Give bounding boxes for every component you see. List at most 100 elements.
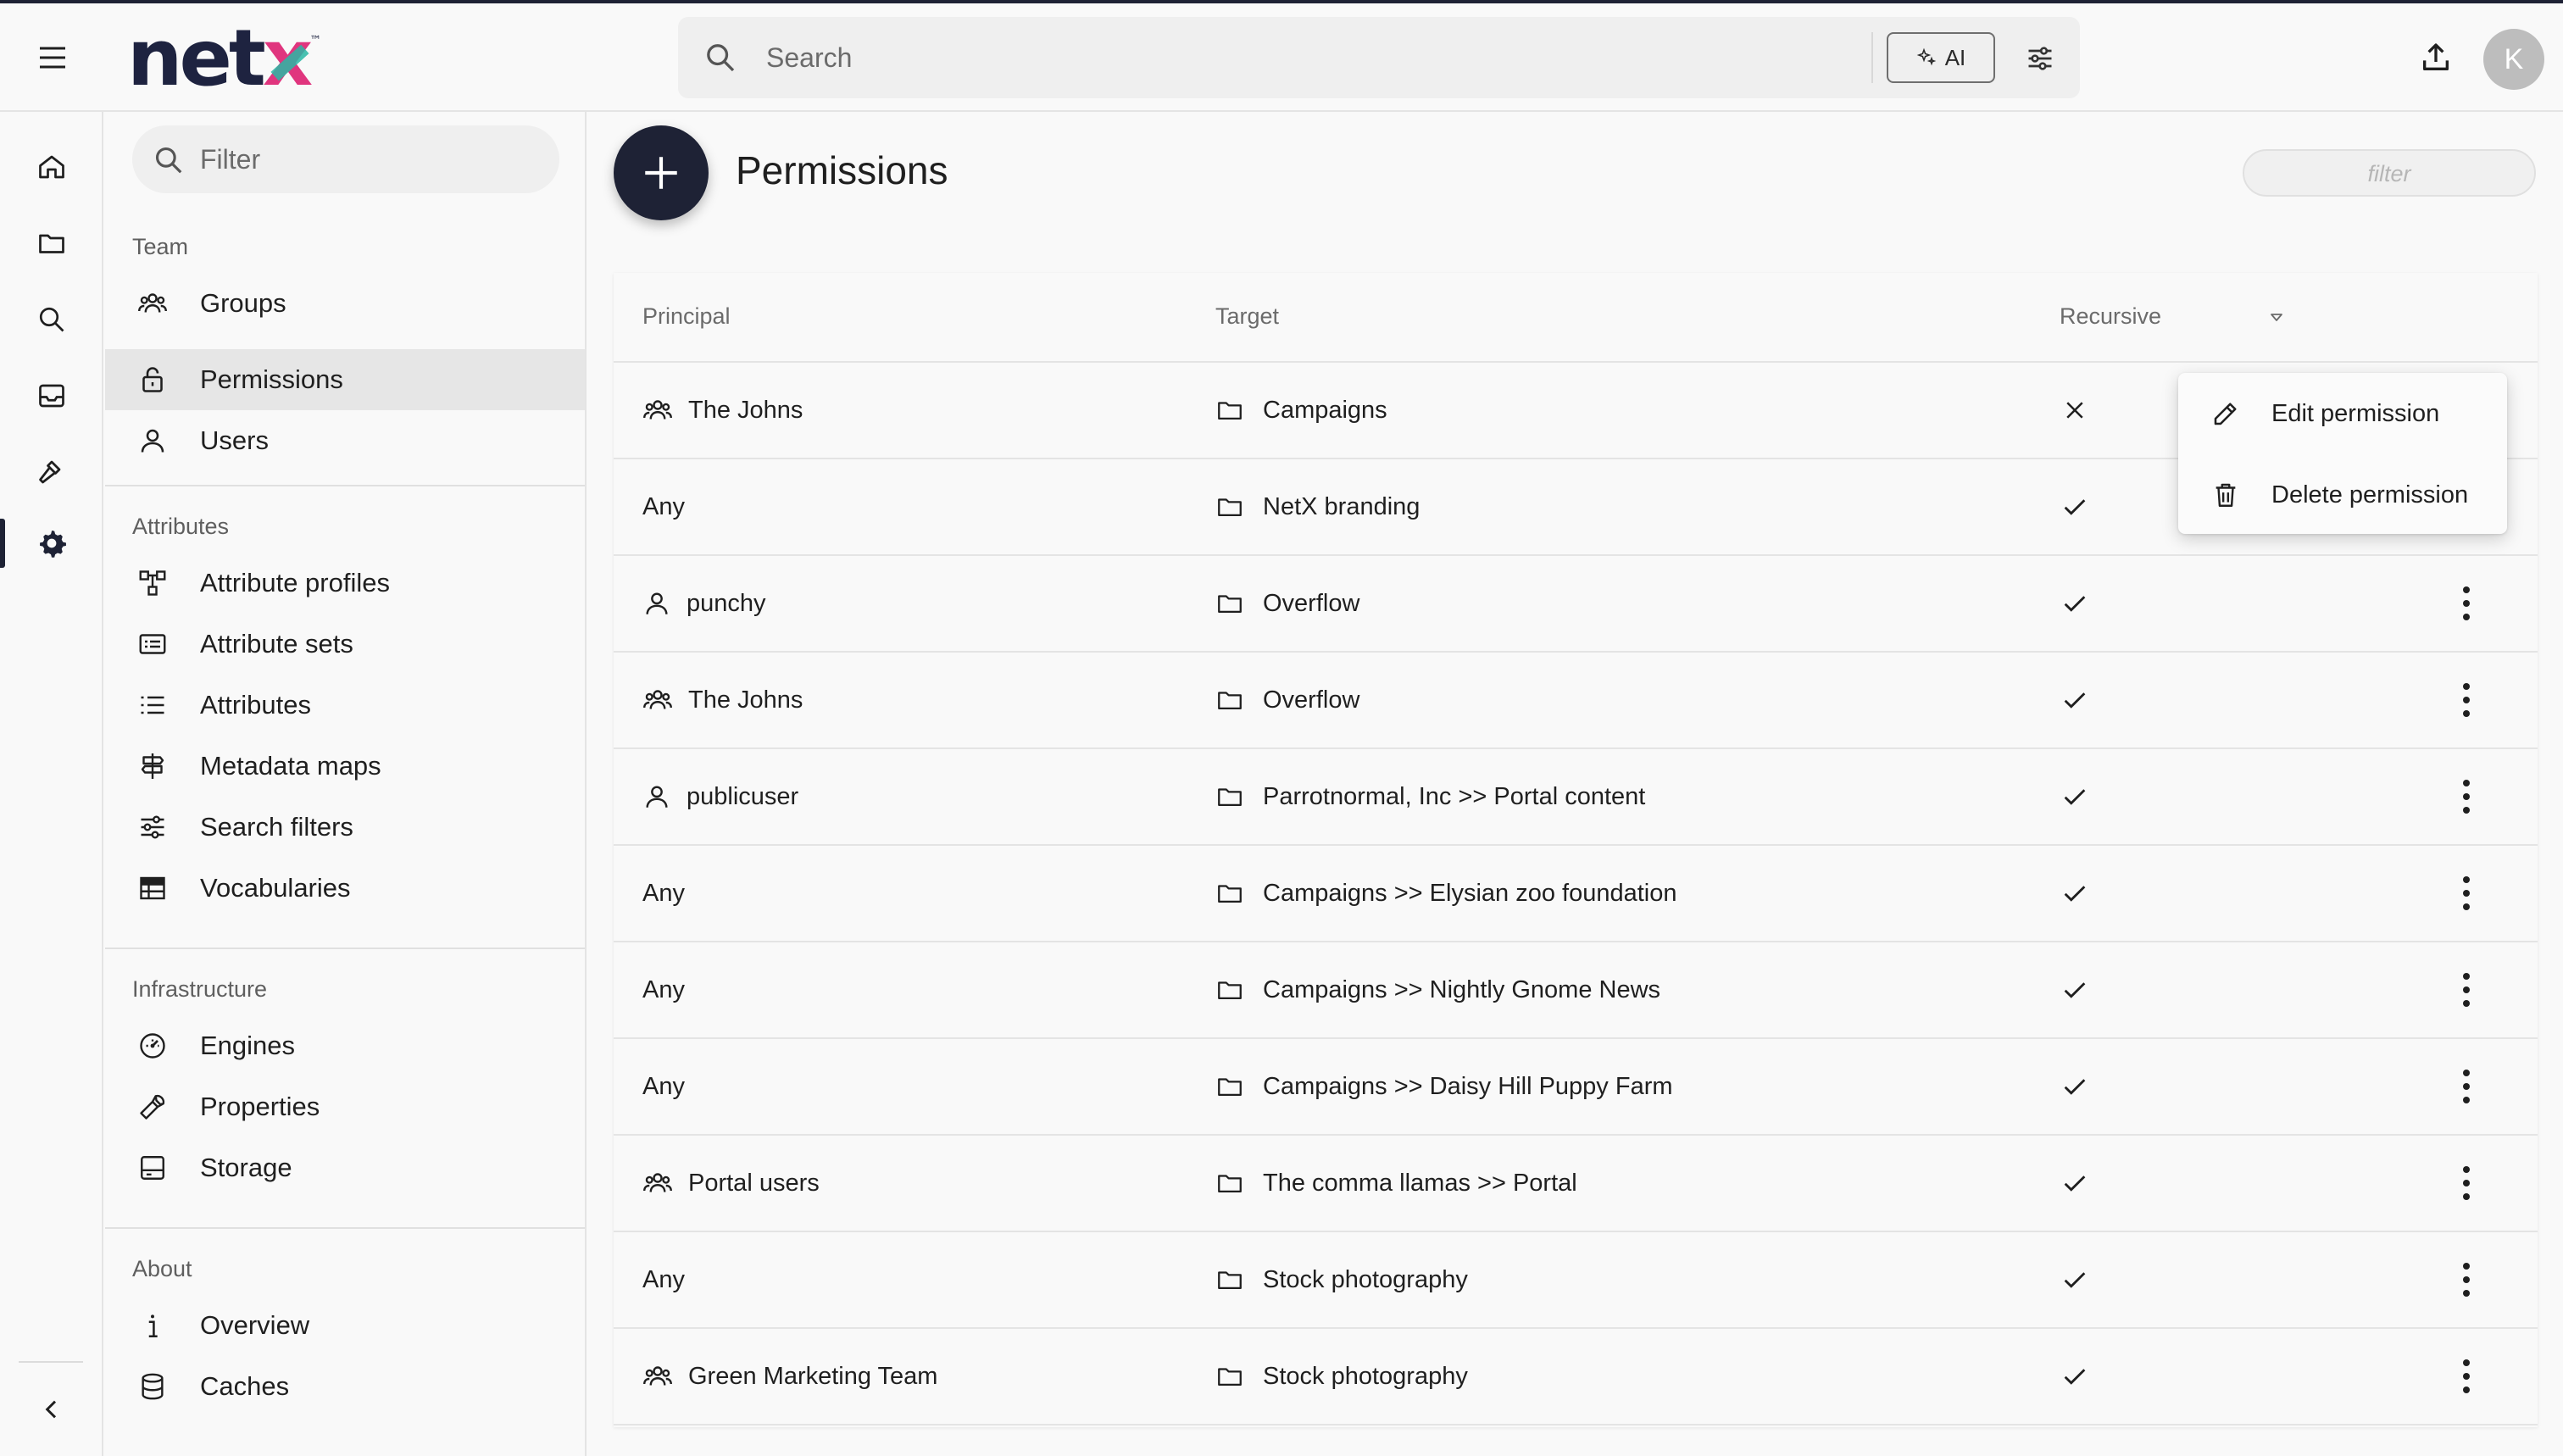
- section-title-infrastructure: Infrastructure: [132, 976, 268, 1002]
- more-vertical-icon: [2461, 873, 2471, 914]
- rail-divider: [19, 1361, 83, 1363]
- profiles-icon: [137, 568, 168, 598]
- search-options-button[interactable]: [2017, 36, 2063, 81]
- rail-folders-button[interactable]: [29, 220, 75, 266]
- table-row[interactable]: Any Stock photography: [614, 1232, 2538, 1329]
- gear-icon: [40, 530, 66, 558]
- target-path: Parrotnormal, Inc >> Portal content: [1263, 782, 1646, 810]
- global-search-bar[interactable]: Search AI: [678, 17, 2080, 98]
- user-avatar[interactable]: K: [2483, 29, 2544, 90]
- row-more-options-button[interactable]: [2444, 1258, 2488, 1302]
- column-header-target[interactable]: Target: [1215, 303, 1279, 330]
- table-filter-input[interactable]: filter: [2243, 149, 2536, 197]
- row-more-options-button[interactable]: [2444, 1064, 2488, 1109]
- table-row[interactable]: Portal users The comma llamas >> Portal: [614, 1136, 2538, 1232]
- rail-home-button[interactable]: [29, 144, 75, 190]
- principal-name: Green Marketing Team: [688, 1362, 938, 1390]
- edit-permission-menu-item[interactable]: Edit permission: [2178, 373, 2507, 454]
- row-more-options-button[interactable]: [2444, 1354, 2488, 1398]
- row-more-options-button[interactable]: [2444, 968, 2488, 1012]
- sidebar-item-vocabularies[interactable]: Vocabularies: [105, 858, 585, 919]
- column-header-principal[interactable]: Principal: [642, 303, 731, 330]
- row-more-options-button[interactable]: [2444, 775, 2488, 819]
- sidebar-item-search-filters[interactable]: Search filters: [105, 797, 585, 858]
- column-header-recursive[interactable]: Recursive: [2060, 303, 2161, 330]
- sidebar-item-attribute-profiles[interactable]: Attribute profiles: [105, 553, 585, 614]
- more-vertical-icon: [2461, 776, 2471, 817]
- more-vertical-icon: [2461, 1066, 2471, 1107]
- sidebar-item-label: Properties: [200, 1092, 320, 1121]
- target-path: Overflow: [1263, 686, 1360, 714]
- sidebar-item-permissions[interactable]: Permissions: [105, 349, 585, 410]
- row-more-options-button[interactable]: [2444, 581, 2488, 625]
- more-vertical-icon: [2461, 583, 2471, 624]
- pencil-icon: [2209, 397, 2243, 431]
- table-row[interactable]: Green Marketing Team Stock photography: [614, 1329, 2538, 1425]
- target-cell: Stock photography: [1215, 1329, 1468, 1424]
- sidebar-filter-input[interactable]: Filter: [132, 125, 559, 193]
- sidebar-item-users[interactable]: Users: [105, 410, 585, 471]
- target-path: Stock photography: [1263, 1265, 1468, 1293]
- rail-settings-button[interactable]: [29, 520, 75, 566]
- sidebar-item-groups[interactable]: Groups: [105, 273, 585, 334]
- sidebar-item-caches[interactable]: Caches: [105, 1356, 585, 1417]
- target-cell: Campaigns >> Nightly Gnome News: [1215, 942, 1660, 1037]
- target-cell: Campaigns >> Elysian zoo foundation: [1215, 846, 1676, 941]
- sidebar-item-attribute-sets[interactable]: Attribute sets: [105, 614, 585, 675]
- principal-cell: Any: [642, 846, 685, 941]
- rail-active-indicator: [0, 519, 5, 568]
- table-row[interactable]: Any Campaigns >> Daisy Hill Puppy Farm: [614, 1039, 2538, 1136]
- menu-icon: [40, 47, 65, 69]
- row-more-options-button[interactable]: [2444, 1161, 2488, 1205]
- table-row[interactable]: publicuser Parrotnormal, Inc >> Portal co…: [614, 749, 2538, 846]
- row-more-options-button[interactable]: [2444, 678, 2488, 722]
- collapse-sidebar-button[interactable]: [29, 1387, 75, 1432]
- inbox-icon: [39, 384, 64, 408]
- target-cell: Overflow: [1215, 653, 1359, 747]
- sidebar-item-attributes[interactable]: Attributes: [105, 675, 585, 736]
- section-divider: [105, 1227, 585, 1229]
- sidebar-item-engines[interactable]: Engines: [105, 1015, 585, 1076]
- sidebar-item-label: Overview: [200, 1310, 310, 1340]
- table-filter-placeholder: filter: [2367, 161, 2411, 186]
- hamburger-menu-button[interactable]: [31, 36, 75, 80]
- netx-logo[interactable]: net x ™: [127, 13, 321, 103]
- sidebar-item-properties[interactable]: Properties: [105, 1076, 585, 1137]
- rail-inbox-button[interactable]: [29, 373, 75, 419]
- search-input[interactable]: Search: [766, 42, 852, 74]
- recursive-check-icon: [2056, 778, 2093, 815]
- add-permission-button[interactable]: [614, 125, 709, 220]
- sort-dropdown-icon[interactable]: [2266, 307, 2287, 327]
- table-row[interactable]: Any Campaigns >> Elysian zoo foundation: [614, 846, 2538, 942]
- rail-tools-button[interactable]: [29, 449, 75, 495]
- sidebar-filter-placeholder: Filter: [200, 144, 261, 175]
- ai-button-label: AI: [1944, 44, 1966, 70]
- table-row[interactable]: punchy Overflow: [614, 556, 2538, 653]
- plus-icon: [645, 157, 677, 189]
- database-icon: [137, 1371, 168, 1402]
- rail-search-button[interactable]: [29, 297, 75, 342]
- groups-icon: [642, 395, 673, 425]
- sidebar-item-storage[interactable]: Storage: [105, 1137, 585, 1198]
- ai-search-button[interactable]: AI: [1887, 32, 1995, 83]
- section-title-team: Team: [132, 234, 189, 259]
- sidebar-item-metadata-maps[interactable]: Metadata maps: [105, 736, 585, 797]
- more-vertical-icon: [2461, 680, 2471, 720]
- recursive-check-icon: [2056, 585, 2093, 622]
- row-more-options-button[interactable]: [2444, 871, 2488, 915]
- target-path: The comma llamas >> Portal: [1263, 1169, 1577, 1197]
- more-vertical-icon: [2461, 1163, 2471, 1203]
- table-header: Principal Target Recursive: [614, 273, 2538, 363]
- sidebar-item-overview[interactable]: Overview: [105, 1295, 585, 1356]
- delete-permission-menu-item[interactable]: Delete permission: [2178, 454, 2507, 536]
- groups-icon: [642, 685, 673, 715]
- row-context-menu: Edit permission Delete permission: [2178, 373, 2507, 534]
- principal-name: Any: [642, 975, 685, 1003]
- target-cell: The comma llamas >> Portal: [1215, 1136, 1577, 1231]
- principal-cell: Green Marketing Team: [642, 1329, 937, 1424]
- target-cell: Campaigns: [1215, 363, 1387, 458]
- upload-button[interactable]: [2414, 36, 2458, 80]
- search-icon: [39, 307, 64, 332]
- table-row[interactable]: The Johns Overflow: [614, 653, 2538, 749]
- table-row[interactable]: Any Campaigns >> Nightly Gnome News: [614, 942, 2538, 1039]
